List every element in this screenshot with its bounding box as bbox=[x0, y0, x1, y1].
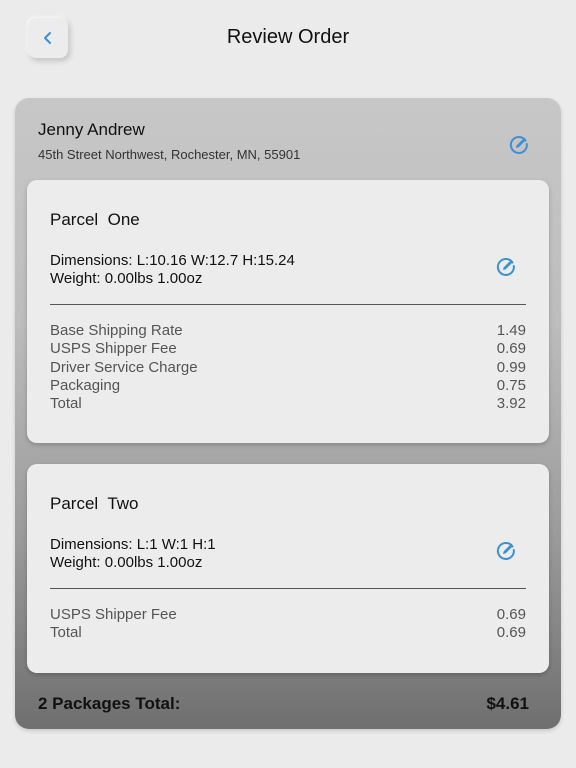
charge-row: Driver Service Charge 0.99 bbox=[50, 359, 526, 377]
charge-value: 0.75 bbox=[496, 376, 526, 394]
order-summary-panel: Jenny Andrew 45th Street Northwest, Roch… bbox=[15, 98, 561, 729]
charge-value: 0.69 bbox=[496, 624, 526, 642]
charge-row: Base Shipping Rate 1.49 bbox=[50, 322, 526, 340]
packages-total: 2 Packages Total: $4.61 bbox=[38, 694, 529, 714]
edit-icon bbox=[495, 256, 517, 278]
charge-label: Total bbox=[50, 395, 82, 413]
charge-label: Base Shipping Rate bbox=[50, 322, 183, 339]
charge-label: USPS Shipper Fee bbox=[50, 606, 177, 623]
charge-row: USPS Shipper Fee 0.69 bbox=[50, 606, 526, 624]
charge-label: Driver Service Charge bbox=[50, 358, 198, 376]
packages-total-label: 2 Packages Total: bbox=[38, 694, 181, 713]
divider bbox=[50, 588, 526, 589]
charges-list: Base Shipping Rate 1.49 USPS Shipper Fee… bbox=[50, 322, 526, 413]
charge-row: USPS Shipper Fee 0.69 bbox=[50, 340, 526, 358]
charge-value: 0.99 bbox=[496, 358, 526, 376]
charge-total-row: Total 0.69 bbox=[50, 624, 526, 642]
parcel-card: Parcel One Dimensions: L:10.16 W:12.7 H:… bbox=[27, 180, 549, 443]
charge-value: 0.69 bbox=[496, 340, 526, 358]
charges-list: USPS Shipper Fee 0.69 Total 0.69 bbox=[50, 606, 526, 643]
charge-total-row: Total 3.92 bbox=[50, 395, 526, 413]
parcel-weight: Weight: 0.00lbs 1.00oz bbox=[50, 270, 203, 287]
parcel-card: Parcel Two Dimensions: L:1 W:1 H:1 Weigh… bbox=[27, 464, 549, 673]
packages-total-amount: $4.61 bbox=[486, 694, 529, 713]
edit-icon bbox=[508, 134, 530, 156]
edit-customer-button[interactable] bbox=[508, 134, 530, 156]
edit-parcel-button[interactable] bbox=[495, 256, 517, 278]
edit-icon bbox=[495, 540, 517, 562]
charge-label: USPS Shipper Fee bbox=[50, 340, 177, 358]
parcel-title: Parcel Two bbox=[50, 494, 139, 513]
charge-value: 3.92 bbox=[496, 395, 526, 413]
charge-row: Packaging 0.75 bbox=[50, 377, 526, 395]
divider bbox=[50, 304, 526, 305]
parcel-weight: Weight: 0.00lbs 1.00oz bbox=[50, 554, 203, 571]
charge-value: 1.49 bbox=[496, 322, 526, 339]
page-title: Review Order bbox=[226, 26, 350, 48]
parcel-title: Parcel One bbox=[50, 210, 140, 229]
edit-parcel-button[interactable] bbox=[495, 540, 517, 562]
charge-label: Total bbox=[50, 624, 82, 642]
parcel-dimensions: Dimensions: L:10.16 W:12.7 H:15.24 bbox=[50, 252, 295, 269]
customer-name: Jenny Andrew bbox=[38, 120, 145, 139]
charge-label: Packaging bbox=[50, 376, 121, 394]
charge-value: 0.69 bbox=[496, 606, 526, 623]
customer-address: 45th Street Northwest, Rochester, MN, 55… bbox=[38, 147, 301, 162]
parcel-dimensions: Dimensions: L:1 W:1 H:1 bbox=[50, 536, 216, 553]
